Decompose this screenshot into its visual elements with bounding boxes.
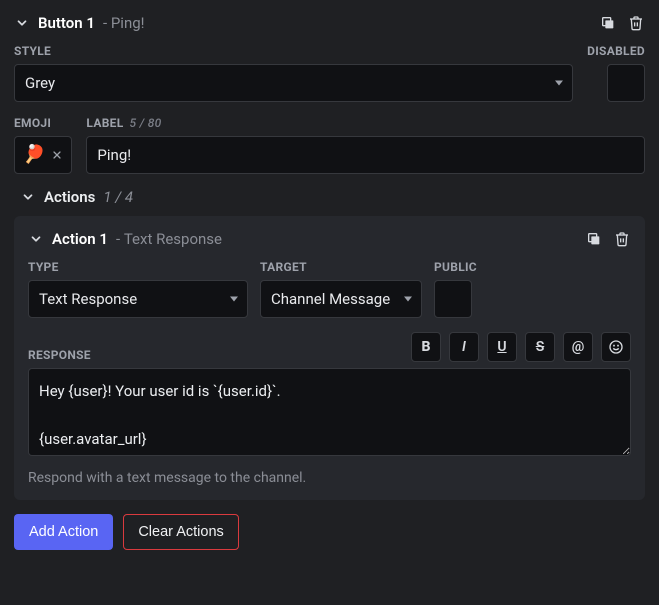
label-label: LABEL5 / 80 xyxy=(86,116,645,130)
response-toolbar: B I U S @ xyxy=(411,332,631,362)
add-action-button[interactable]: Add Action xyxy=(14,514,113,550)
action-card: Action 1 - Text Response TYPE Text xyxy=(14,216,645,500)
type-select[interactable]: Text Response xyxy=(28,280,248,318)
response-label: RESPONSE xyxy=(28,348,91,362)
strike-button[interactable]: S xyxy=(525,332,555,362)
italic-button[interactable]: I xyxy=(449,332,479,362)
mention-button[interactable]: @ xyxy=(563,332,593,362)
target-label: TARGET xyxy=(260,260,422,274)
disabled-checkbox[interactable] xyxy=(607,64,645,102)
public-label: PUBLIC xyxy=(434,260,477,274)
public-checkbox[interactable] xyxy=(434,280,472,318)
trash-icon[interactable] xyxy=(627,14,645,32)
bold-button[interactable]: B xyxy=(411,332,441,362)
underline-button[interactable]: U xyxy=(487,332,517,362)
action-subtitle: - Text Response xyxy=(116,230,222,248)
action-title: Action 1 xyxy=(52,230,108,248)
chevron-down-icon[interactable] xyxy=(28,231,44,247)
emoji-button[interactable] xyxy=(601,332,631,362)
emoji-picker[interactable]: 🏓 xyxy=(14,136,72,174)
response-hint: Respond with a text message to the chann… xyxy=(28,470,631,486)
chevron-down-icon[interactable] xyxy=(14,15,30,31)
type-label: TYPE xyxy=(28,260,248,274)
trash-icon[interactable] xyxy=(613,230,631,248)
clear-actions-button[interactable]: Clear Actions xyxy=(123,514,238,550)
emoji-glyph: 🏓 xyxy=(23,146,45,164)
disabled-label: DISABLED xyxy=(587,44,645,58)
button-title: Button 1 xyxy=(38,14,95,32)
style-select[interactable]: Grey xyxy=(14,64,573,102)
duplicate-icon[interactable] xyxy=(599,14,617,32)
button-subtitle: - Ping! xyxy=(103,14,145,32)
response-textarea[interactable] xyxy=(28,368,631,456)
actions-count: 1 / 4 xyxy=(103,188,133,206)
button-header: Button 1 - Ping! xyxy=(14,14,645,32)
style-label: STYLE xyxy=(14,44,573,58)
duplicate-icon[interactable] xyxy=(585,230,603,248)
emoji-label: EMOJI xyxy=(14,116,72,130)
actions-title: Actions xyxy=(44,188,95,206)
chevron-down-icon[interactable] xyxy=(20,189,36,205)
close-icon[interactable] xyxy=(51,149,63,161)
label-input[interactable] xyxy=(86,136,645,174)
actions-header: Actions 1 / 4 xyxy=(20,188,645,206)
target-select[interactable]: Channel Message xyxy=(260,280,422,318)
